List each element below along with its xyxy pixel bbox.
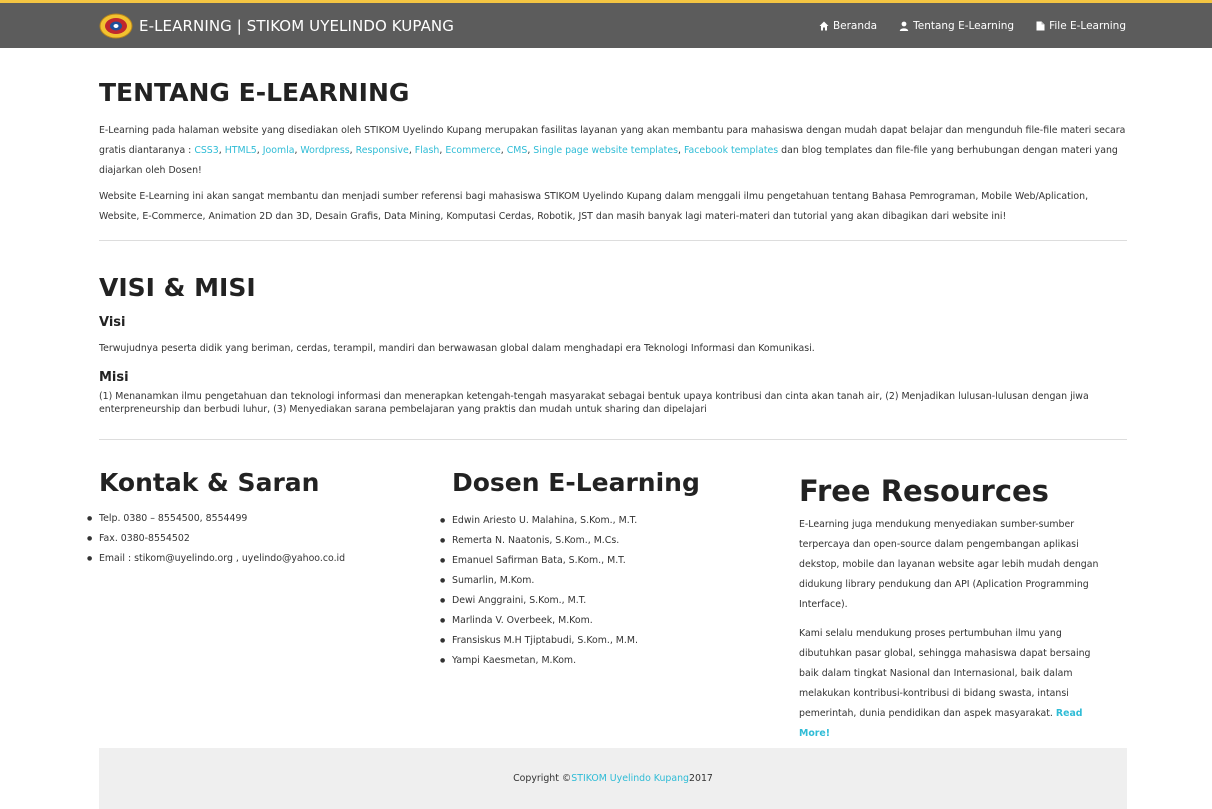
dosen-list: Edwin Ariesto U. Malahina, S.Kom., M.T. …: [440, 511, 638, 671]
nav-item-label: File E-Learning: [1049, 19, 1126, 32]
list-item: Marlinda V. Overbeek, M.Kom.: [440, 611, 638, 631]
nav-item-file[interactable]: File E-Learning: [1036, 20, 1126, 32]
resources-p2-text: Kami selalu mendukung proses pertumbuhan…: [799, 628, 1091, 719]
about-title: TENTANG E-LEARNING: [99, 78, 410, 107]
resources-paragraph-1: E-Learning juga mendukung menyediakan su…: [799, 519, 1099, 610]
list-item: Fax. 0380-8554502: [87, 529, 345, 549]
link-wordpress[interactable]: Wordpress: [300, 145, 349, 156]
visi-text: Terwujudnya peserta didik yang beriman, …: [99, 343, 815, 354]
link-css3[interactable]: CSS3: [194, 145, 218, 156]
misi-text: (1) Menanamkan ilmu pengetahuan dan tekn…: [99, 391, 1089, 415]
link-single-page-templates[interactable]: Single page website templates: [533, 145, 678, 156]
link-facebook-templates[interactable]: Facebook templates: [684, 145, 778, 156]
nav-item-label: Tentang E-Learning: [913, 19, 1015, 32]
copyright-prefix: Copyright ©: [513, 773, 572, 784]
nav-item-beranda[interactable]: Beranda: [819, 20, 877, 32]
list-item: Edwin Ariesto U. Malahina, S.Kom., M.T.: [440, 511, 638, 531]
resources-section: Free Resources E-Learning juga mendukung…: [799, 468, 1129, 739]
list-item: Dewi Anggraini, S.Kom., M.T.: [440, 591, 638, 611]
list-item: Fransiskus M.H Tjiptabudi, S.Kom., M.M.: [440, 631, 638, 651]
divider: [99, 439, 1127, 440]
contact-title: Kontak & Saran: [99, 468, 320, 497]
about-paragraph-1: E-Learning pada halaman website yang dis…: [99, 125, 1126, 176]
resources-paragraph-2: Kami selalu mendukung proses pertumbuhan…: [799, 624, 1099, 744]
home-icon: [819, 21, 829, 30]
link-html5[interactable]: HTML5: [225, 145, 257, 156]
list-item: Sumarlin, M.Kom.: [440, 571, 638, 591]
divider: [99, 240, 1127, 241]
list-item: Telp. 0380 – 8554500, 8554499: [87, 509, 345, 529]
nav-item-tentang[interactable]: Tentang E-Learning: [899, 20, 1014, 32]
visi-heading: Visi: [99, 315, 126, 330]
list-item: Remerta N. Naatonis, S.Kom., M.Cs.: [440, 531, 638, 551]
list-item: Emanuel Safirman Bata, S.Kom., M.T.: [440, 551, 638, 571]
user-icon: [899, 21, 909, 31]
navbar: E-LEARNING | STIKOM UYELINDO KUPANG Bera…: [0, 3, 1212, 48]
link-ecommerce[interactable]: Ecommerce: [445, 145, 500, 156]
link-flash[interactable]: Flash: [415, 145, 440, 156]
main-nav: Beranda Tentang E-Learning File E-Learni…: [797, 3, 1126, 48]
link-responsive[interactable]: Responsive: [356, 145, 409, 156]
link-joomla[interactable]: Joomla: [263, 145, 295, 156]
list-item: Yampi Kaesmetan, M.Kom.: [440, 651, 638, 671]
brand[interactable]: E-LEARNING | STIKOM UYELINDO KUPANG: [99, 9, 454, 42]
dosen-section: Dosen E-Learning Edwin Ariesto U. Malahi…: [440, 468, 772, 671]
about-paragraph-2: Website E-Learning ini akan sangat memba…: [99, 191, 1089, 222]
nav-item-label: Beranda: [832, 19, 878, 32]
footer-link[interactable]: STIKOM Uyelindo Kupang: [571, 773, 689, 784]
contact-section: Kontak & Saran Telp. 0380 – 8554500, 855…: [87, 468, 419, 569]
footer: Copyright © STIKOM Uyelindo Kupang 2017: [99, 748, 1127, 809]
list-item: Email : stikom@uyelindo.org , uyelindo@y…: [87, 549, 345, 569]
visi-misi-title: VISI & MISI: [99, 273, 256, 302]
file-icon: [1036, 21, 1045, 30]
logo-icon: [99, 13, 133, 38]
copyright-suffix: 2017: [689, 773, 713, 784]
brand-title: E-LEARNING | STIKOM UYELINDO KUPANG: [139, 16, 454, 35]
contact-list: Telp. 0380 – 8554500, 8554499 Fax. 0380-…: [87, 509, 345, 569]
misi-heading: Misi: [99, 370, 129, 385]
dosen-title: Dosen E-Learning: [452, 468, 700, 497]
resources-title: Free Resources: [799, 474, 1049, 508]
link-cms[interactable]: CMS: [507, 145, 528, 156]
